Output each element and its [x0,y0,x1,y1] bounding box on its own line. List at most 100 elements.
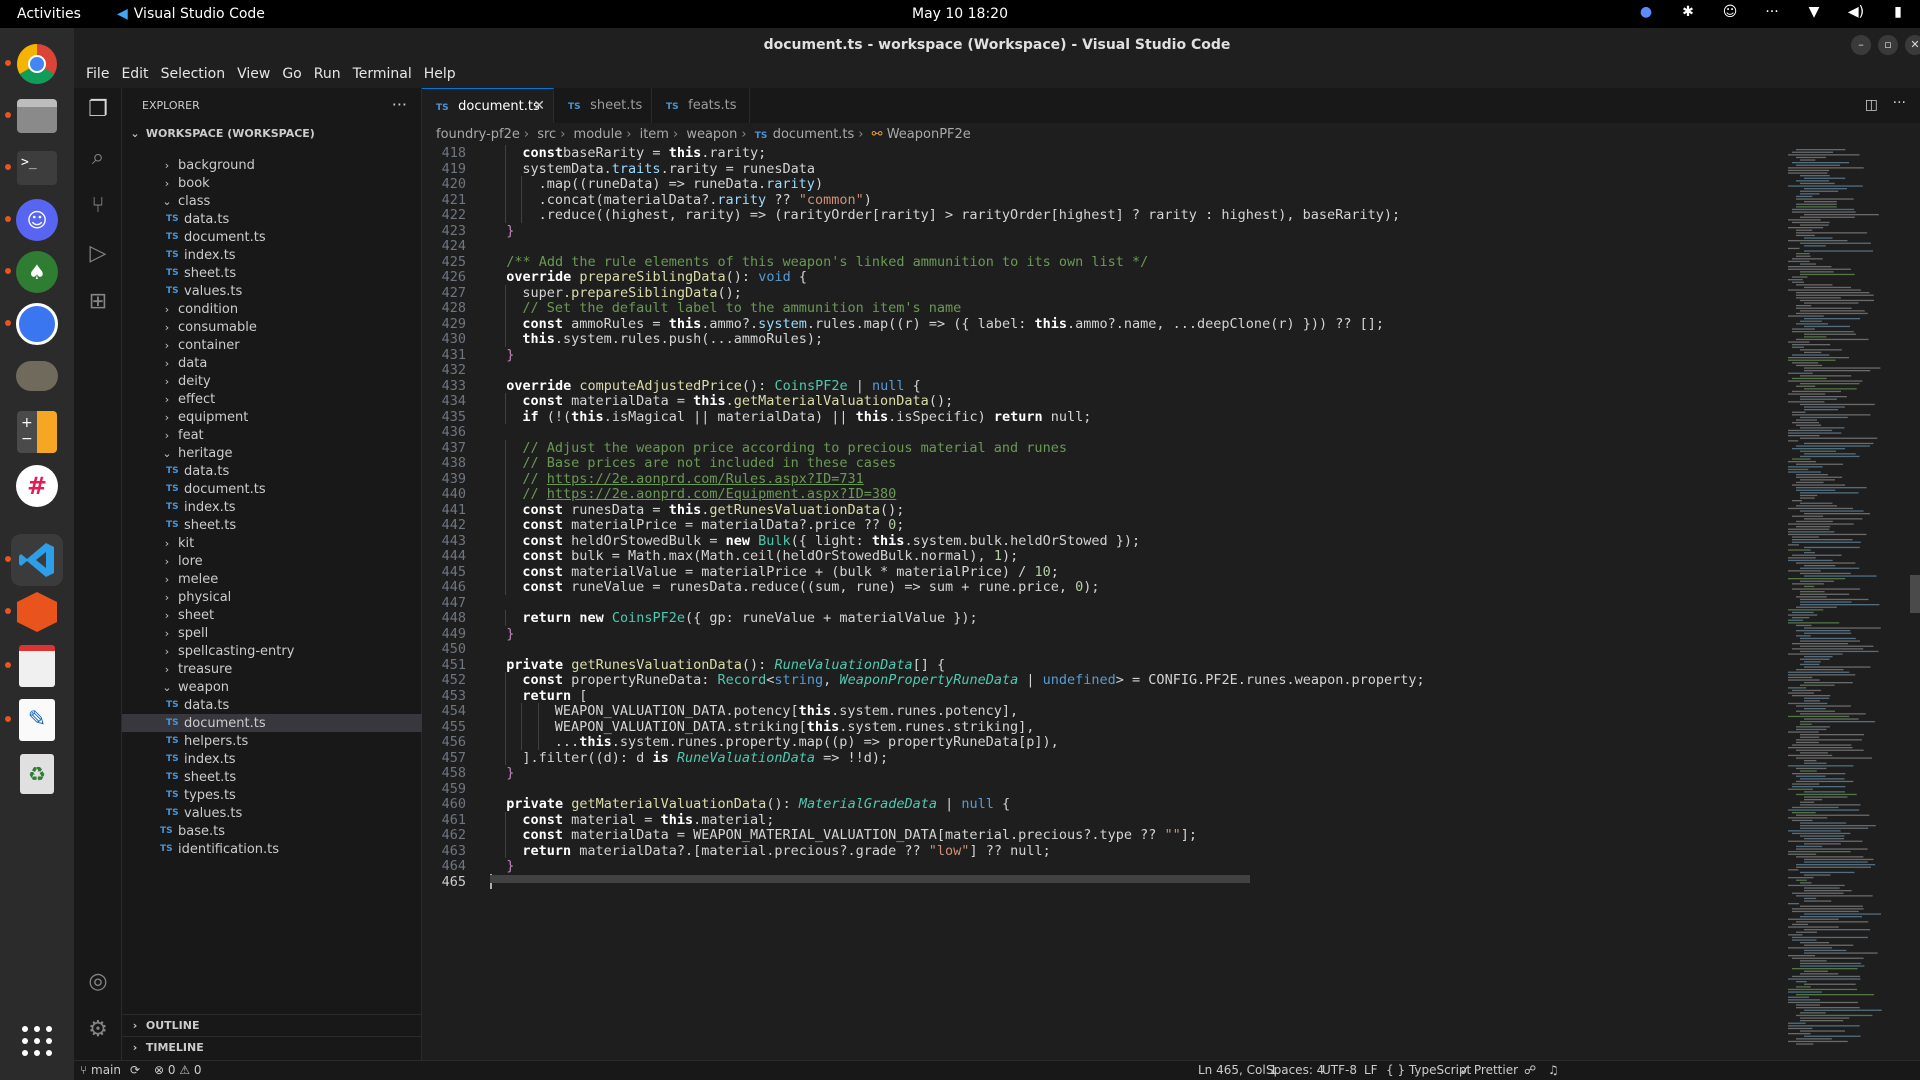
editor-more-icon[interactable]: ··· [1893,95,1906,111]
breadcrumb-item[interactable]: WeaponPF2e [887,127,971,142]
menu-edit[interactable]: Edit [115,62,154,88]
tree-file[interactable]: TS sheet.ts [122,264,422,282]
tab-sheet-ts[interactable]: TS sheet.ts [554,88,652,123]
tree-file[interactable]: TS helpers.ts [122,732,422,750]
outline-section-header[interactable]: › OUTLINE [122,1014,422,1036]
tree-folder[interactable]: › spell [122,624,422,642]
source-control-icon[interactable]: ⑂ [84,192,112,220]
menu-help[interactable]: Help [418,62,462,88]
dock-gimp[interactable] [11,350,63,402]
manage-gear-icon[interactable]: ⚙ [84,1016,112,1044]
tree-file[interactable]: TS types.ts [122,786,422,804]
workspace-section-header[interactable]: ⌄ WORKSPACE (WORKSPACE) [122,123,421,145]
system-tray[interactable]: ● ✱ ☺ ··· ▼ ◀) ▮ [1636,4,1908,20]
tree-file[interactable]: TS data.ts [122,696,422,714]
dock-files[interactable] [5,90,63,142]
chrome-indicator-icon[interactable]: ● [1636,4,1656,20]
tree-folder[interactable]: ⌄ heritage [122,444,422,462]
tree-file[interactable]: TS document.ts [122,228,422,246]
dock-discord[interactable]: ☺ [5,194,63,246]
tree-folder[interactable]: › feat [122,426,422,444]
vertical-scrollbar[interactable] [1910,145,1920,1060]
run-debug-icon[interactable]: ▷ [84,240,112,268]
tab-document-ts[interactable]: TS document.ts ✕ [422,88,554,123]
show-apps-button[interactable] [22,1026,52,1056]
tree-file[interactable]: TS document.ts [122,714,422,732]
dock-slack[interactable]: # [11,460,63,512]
language-mode[interactable]: { } TypeScript [1386,1063,1471,1077]
notifications-bell-icon[interactable]: ♫ [1548,1063,1559,1077]
tree-file[interactable]: TS document.ts [122,480,422,498]
explorer-icon[interactable]: ❐ [84,96,112,124]
tree-folder[interactable]: › sheet [122,606,422,624]
menu-terminal[interactable]: Terminal [347,62,418,88]
menu-go[interactable]: Go [276,62,307,88]
tree-folder[interactable]: › equipment [122,408,422,426]
slack-indicator-icon[interactable]: ✱ [1678,4,1698,20]
app-menu[interactable]: ◀ Visual Studio Code [117,6,265,22]
extensions-icon[interactable]: ⊞ [84,288,112,316]
menu-view[interactable]: View [231,62,276,88]
tree-folder[interactable]: › effect [122,390,422,408]
eol-status[interactable]: LF [1364,1063,1378,1077]
dock-vscode[interactable] [5,534,63,586]
tree-folder[interactable]: › melee [122,570,422,588]
branch-status[interactable]: ⑂ main [80,1063,121,1077]
explorer-more-button[interactable]: ··· [392,95,407,114]
horizontal-scrollbar[interactable] [490,875,1250,883]
dock-foundry[interactable] [5,586,63,638]
menu-file[interactable]: File [80,62,115,88]
dock-document-viewer[interactable] [5,640,63,692]
tree-folder[interactable]: › condition [122,300,422,318]
breadcrumb-item[interactable]: module [574,127,623,142]
search-icon[interactable]: ⌕ [84,144,112,172]
tree-folder[interactable]: › book [122,174,422,192]
tree-file[interactable]: TS data.ts [122,210,422,228]
tree-file[interactable]: TS identification.ts [122,840,422,858]
tree-folder[interactable]: › spellcasting-entry [122,642,422,660]
tree-folder[interactable]: › data [122,354,422,372]
wifi-icon[interactable]: ▼ [1804,4,1824,20]
breadcrumb-item[interactable]: src [537,127,556,142]
feedback-icon[interactable]: ☍ [1524,1063,1536,1077]
close-tab-icon[interactable]: ✕ [533,98,545,114]
close-button[interactable]: ✕ [1905,35,1920,55]
scrollbar-thumb[interactable] [1910,575,1920,613]
tree-folder[interactable]: › deity [122,372,422,390]
more-icon[interactable]: ··· [1762,4,1782,20]
dock-terminal[interactable]: >_ [5,142,63,194]
breadcrumb-item[interactable]: item [640,127,669,142]
menu-selection[interactable]: Selection [155,62,232,88]
breadcrumb-item[interactable]: foundry-pf2e [436,127,520,142]
tree-file[interactable]: TS base.ts [122,822,422,840]
menu-run[interactable]: Run [308,62,347,88]
breadcrumb-item[interactable]: weapon [686,127,737,142]
prettier-status[interactable]: ✓ Prettier [1460,1063,1518,1077]
dock-text-editor[interactable]: ✎ [5,694,63,746]
tree-folder[interactable]: › lore [122,552,422,570]
tree-file[interactable]: TS index.ts [122,246,422,264]
tree-folder[interactable]: › kit [122,534,422,552]
timeline-section-header[interactable]: › TIMELINE [122,1036,422,1058]
tree-folder[interactable]: › container [122,336,422,354]
encoding-status[interactable]: UTF-8 [1322,1063,1357,1077]
tab-feats-ts[interactable]: TS feats.ts [652,88,750,123]
volume-icon[interactable]: ◀) [1846,4,1866,20]
tree-folder[interactable]: › treasure [122,660,422,678]
breadcrumb-item[interactable]: document.ts [773,127,855,142]
code-editor[interactable]: 418 constbaseRarity = this.rarity; 419 syst… [422,145,1782,1060]
dock-trash[interactable]: ♻ [11,748,63,800]
minimize-button[interactable]: – [1851,35,1871,55]
tree-folder[interactable]: › physical [122,588,422,606]
tree-file[interactable]: TS index.ts [122,498,422,516]
dock-inkscape[interactable]: ♠ [5,246,63,298]
clock[interactable]: May 10 18:20 [0,6,1920,22]
tree-file[interactable]: TS values.ts [122,282,422,300]
tree-file[interactable]: TS sheet.ts [122,768,422,786]
dock-signal[interactable] [5,298,63,350]
tree-file[interactable]: TS data.ts [122,462,422,480]
activities-button[interactable]: Activities [17,6,81,22]
minimap[interactable] [1782,145,1906,1060]
tree-file[interactable]: TS index.ts [122,750,422,768]
tree-folder[interactable]: › background [122,156,422,174]
